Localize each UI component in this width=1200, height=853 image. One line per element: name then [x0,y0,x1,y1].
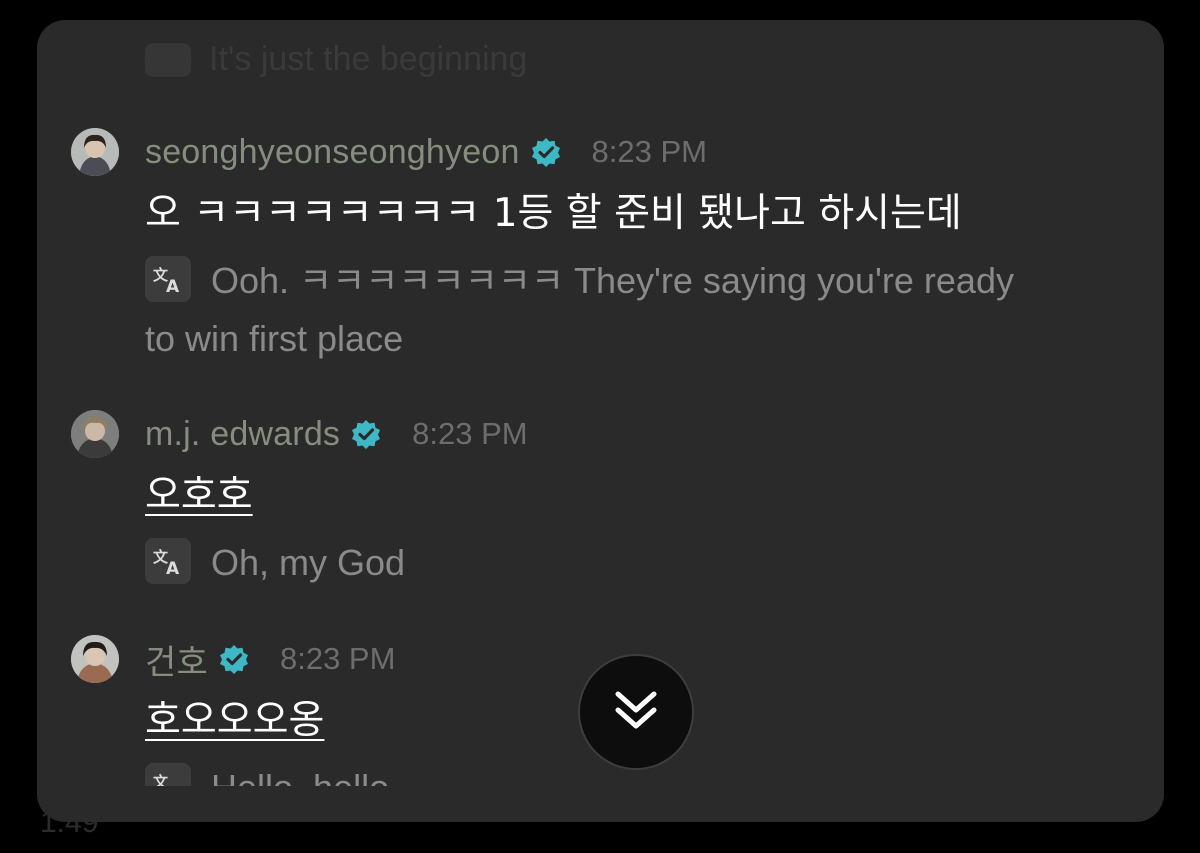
message-translation: 文 A Oh, my God [145,534,1045,592]
svg-text:A: A [166,784,180,786]
translation-text: Ooh. ㅋㅋㅋㅋㅋㅋㅋㅋ They're saying you're read… [145,260,1014,359]
message-timestamp: 8:23 PM [279,641,396,676]
chat-panel: It's just the beginning seonghyeonseongh… [37,20,1164,822]
verified-badge-icon [350,418,382,450]
faded-translate-icon [145,42,191,77]
username[interactable]: 건호 [145,635,208,684]
translate-icon[interactable]: 文 A [145,763,191,786]
message-header: m.j. edwards 8:23 PM [145,410,528,458]
avatar[interactable] [71,410,119,458]
double-chevron-down-icon [609,683,663,742]
message-header: 건호 8:23 PM [145,635,395,683]
svg-text:A: A [166,277,180,297]
svg-text:A: A [166,559,180,579]
message-translation: 文 A Hello, hello [145,759,1045,786]
message-timestamp: 8:23 PM [591,134,707,169]
message-translation: 文 A Ooh. ㅋㅋㅋㅋㅋㅋㅋㅋ They're saying you're … [145,252,1045,368]
avatar[interactable] [71,128,119,176]
message-text: 호오오오옹 [145,698,325,743]
username[interactable]: m.j. edwards [145,415,340,454]
translate-icon[interactable]: 文 A [145,538,191,585]
message-header: seonghyeonseonghyeon 8:23 PM [145,128,707,176]
translation-text: Oh, my God [211,542,406,583]
scroll-to-bottom-button[interactable] [578,654,694,770]
message-text: 오 ㅋㅋㅋㅋㅋㅋㅋㅋ 1등 할 준비 됐나고 하시는데 [145,191,962,236]
verified-badge-icon [218,643,250,675]
translate-icon[interactable]: 文 A [145,256,191,303]
faded-previous-translation: It's just the beginning [145,40,527,79]
translation-text: Hello, hello [211,767,389,786]
faded-translation-text: It's just the beginning [209,40,528,78]
message-text: 오호호 [145,473,253,518]
username[interactable]: seonghyeonseonghyeon [145,133,520,172]
verified-badge-icon [530,136,562,168]
avatar[interactable] [71,635,119,683]
message-timestamp: 8:23 PM [412,416,528,451]
